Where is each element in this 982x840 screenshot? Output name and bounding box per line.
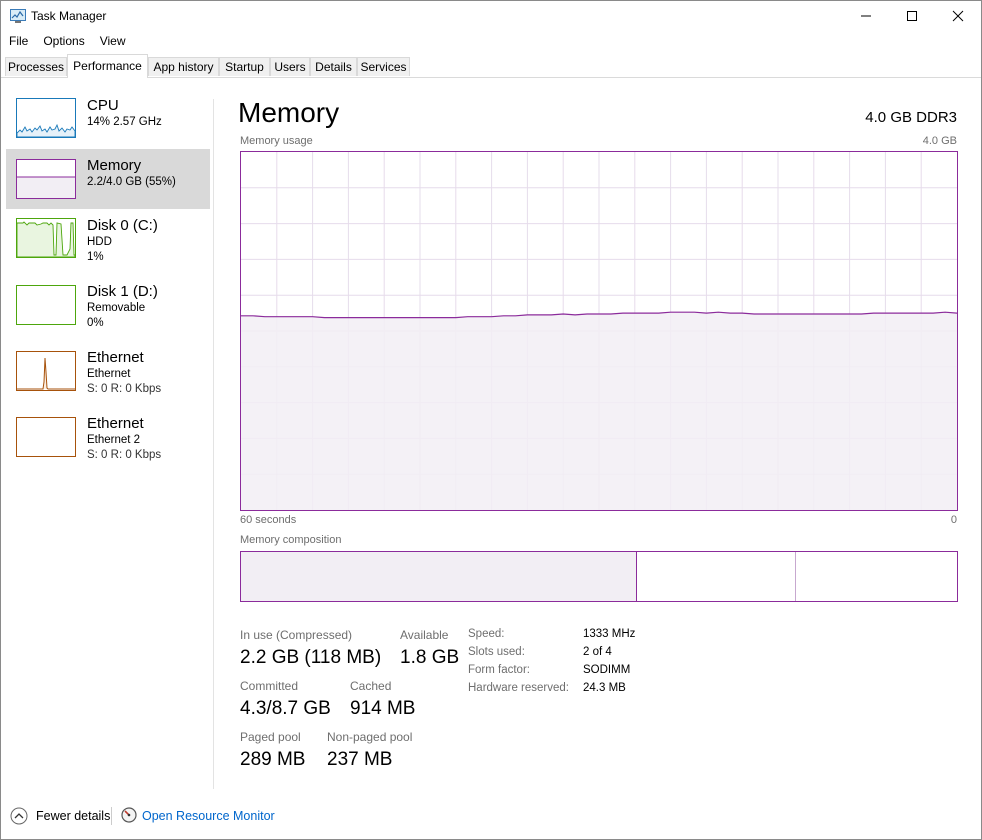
window-title: Task Manager bbox=[31, 9, 107, 23]
available-label: Available bbox=[400, 628, 449, 642]
sidebar-item-title: Ethernet bbox=[87, 349, 144, 366]
sidebar-item-sub: Ethernet 2 bbox=[87, 434, 141, 446]
memory-usage-area bbox=[241, 312, 957, 510]
tab-startup[interactable]: Startup bbox=[219, 57, 270, 76]
in-use-label: In use (Compressed) bbox=[240, 628, 353, 642]
sidebar-item-sub: 2.2/4.0 GB (55%) bbox=[87, 176, 176, 188]
hardware-reserved-label: Hardware reserved: bbox=[468, 682, 569, 694]
sidebar-item-sub2: S: 0 R: 0 Kbps bbox=[87, 383, 162, 395]
paged-pool-label: Paged pool bbox=[240, 730, 301, 744]
nonpaged-pool-label: Non-paged pool bbox=[327, 730, 413, 744]
fewer-details-button[interactable] bbox=[10, 807, 28, 830]
cached-label: Cached bbox=[350, 679, 392, 693]
hardware-reserved-value: 24.3 MB bbox=[583, 682, 626, 694]
pane-divider bbox=[213, 99, 214, 789]
menu-bar: File Options View bbox=[1, 32, 133, 52]
page-title: Memory bbox=[238, 97, 340, 128]
sidebar-item-title: Memory bbox=[87, 157, 142, 174]
memory-usage-chart bbox=[240, 151, 958, 511]
composition-in-use-segment[interactable] bbox=[241, 552, 637, 601]
title-bar: Task Manager bbox=[1, 1, 981, 31]
ethernet-thumbnail-graph bbox=[16, 351, 76, 391]
sidebar-item-sub2: S: 0 R: 0 Kbps bbox=[87, 449, 162, 461]
sidebar-item-cpu[interactable]: CPU 14% 2.57 GHz bbox=[6, 95, 210, 155]
speed-label: Speed: bbox=[468, 628, 505, 640]
tab-users[interactable]: Users bbox=[270, 57, 310, 76]
sidebar-item-sub: Ethernet bbox=[87, 368, 131, 380]
footer: Fewer details Open Resource Monitor bbox=[1, 799, 981, 833]
sidebar-item-disk-1[interactable]: Disk 1 (D:) Removable 0% bbox=[6, 281, 210, 341]
sidebar-item-sub: 14% 2.57 GHz bbox=[87, 116, 162, 128]
speed-value: 1333 MHz bbox=[583, 628, 636, 640]
sidebar-item-title: Disk 0 (C:) bbox=[87, 217, 158, 234]
minimize-icon bbox=[861, 15, 871, 17]
memory-usage-max: 4.0 GB bbox=[922, 135, 957, 147]
form-factor-label: Form factor: bbox=[468, 664, 530, 676]
tab-strip: Processes Performance App history Startu… bbox=[1, 53, 981, 78]
chevron-up-icon bbox=[10, 807, 28, 825]
tab-details[interactable]: Details bbox=[310, 57, 357, 76]
memory-composition-bar bbox=[240, 551, 958, 602]
memory-spec: 4.0 GB DDR3 bbox=[865, 109, 957, 126]
memory-composition-label: Memory composition bbox=[240, 534, 342, 546]
sidebar-item-title: Ethernet bbox=[87, 415, 144, 432]
committed-label: Committed bbox=[240, 679, 299, 693]
memory-usage-label: Memory usage bbox=[240, 135, 313, 147]
sidebar-item-ethernet[interactable]: Ethernet Ethernet S: 0 R: 0 Kbps bbox=[6, 347, 210, 407]
tab-performance[interactable]: Performance bbox=[67, 54, 148, 78]
sidebar-item-memory[interactable]: Memory 2.2/4.0 GB (55%) bbox=[6, 149, 210, 209]
footer-divider bbox=[111, 807, 112, 825]
resource-monitor-icon[interactable] bbox=[121, 807, 137, 828]
in-use-value: 2.2 GB (118 MB) bbox=[240, 647, 382, 668]
fewer-details-link[interactable]: Fewer details bbox=[36, 809, 110, 823]
close-button[interactable] bbox=[935, 1, 981, 31]
composition-modified-segment[interactable] bbox=[637, 552, 796, 601]
tab-services[interactable]: Services bbox=[357, 57, 410, 76]
tab-app-history[interactable]: App history bbox=[148, 57, 219, 76]
minimize-button[interactable] bbox=[843, 1, 889, 31]
disk0-thumbnail-graph bbox=[16, 218, 76, 258]
available-value: 1.8 GB bbox=[400, 647, 460, 668]
slots-used-value: 2 of 4 bbox=[583, 646, 612, 658]
task-manager-icon bbox=[10, 9, 26, 23]
menu-options[interactable]: Options bbox=[35, 32, 91, 52]
nonpaged-pool-value: 237 MB bbox=[327, 749, 393, 770]
sidebar-item-sub2: 1% bbox=[87, 251, 104, 263]
ethernet2-thumbnail-graph bbox=[16, 417, 76, 457]
composition-standby-segment[interactable] bbox=[796, 552, 957, 601]
sidebar-item-ethernet-2[interactable]: Ethernet Ethernet 2 S: 0 R: 0 Kbps bbox=[6, 413, 210, 473]
sidebar-item-disk-0[interactable]: Disk 0 (C:) HDD 1% bbox=[6, 215, 210, 275]
cached-value: 914 MB bbox=[350, 698, 416, 719]
committed-value: 4.3/8.7 GB bbox=[240, 698, 331, 719]
sidebar-item-sub2: 0% bbox=[87, 317, 104, 329]
slots-used-label: Slots used: bbox=[468, 646, 525, 658]
sidebar-item-sub: Removable bbox=[87, 302, 146, 314]
sidebar-item-sub: HDD bbox=[87, 236, 112, 248]
tab-processes[interactable]: Processes bbox=[5, 57, 67, 76]
form-factor-value: SODIMM bbox=[583, 664, 631, 676]
menu-file[interactable]: File bbox=[1, 32, 35, 52]
time-axis-right: 0 bbox=[950, 514, 957, 526]
sidebar-item-title: Disk 1 (D:) bbox=[87, 283, 158, 300]
maximize-icon bbox=[907, 11, 917, 21]
menu-view[interactable]: View bbox=[92, 32, 133, 52]
memory-usage-svg bbox=[241, 152, 957, 510]
task-manager-window: Task Manager File Options View Processes… bbox=[0, 0, 982, 840]
paged-pool-value: 289 MB bbox=[240, 749, 306, 770]
close-icon bbox=[952, 10, 964, 22]
time-axis-left: 60 seconds bbox=[240, 514, 297, 526]
disk1-thumbnail-graph bbox=[16, 285, 76, 325]
memory-thumbnail-graph bbox=[16, 159, 76, 199]
sidebar-item-title: CPU bbox=[87, 97, 119, 114]
cpu-thumbnail-graph bbox=[16, 98, 76, 138]
open-resource-monitor-link[interactable]: Open Resource Monitor bbox=[142, 809, 275, 823]
maximize-button[interactable] bbox=[889, 1, 935, 31]
